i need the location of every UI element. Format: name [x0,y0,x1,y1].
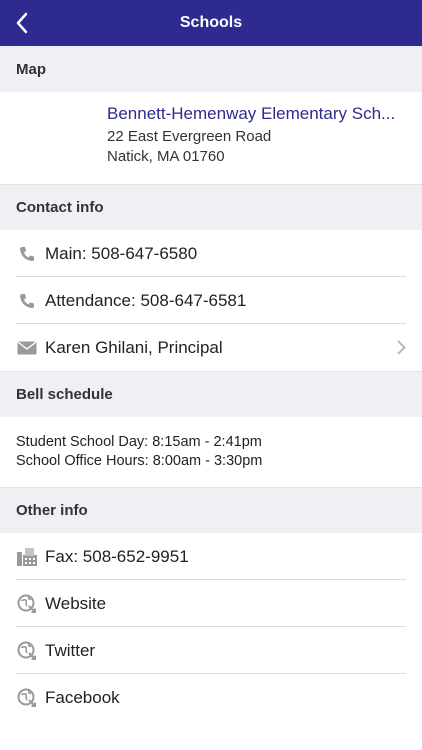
globe-link-icon [16,593,38,615]
other-fax-row[interactable]: Fax: 508-652-9951 [0,533,422,580]
school-name-link[interactable]: Bennett-Hemenway Elementary Sch... [107,104,405,124]
bell-line-school-day: Student School Day: 8:15am - 2:41pm [16,434,262,450]
section-header-map: Map [0,46,422,92]
nav-bar: Schools [0,0,422,46]
contact-attendance-label: Attendance: 508-647-6581 [45,290,247,310]
address-line-1: 22 East Evergreen Road [107,128,272,145]
contact-principal-label: Karen Ghilani, Principal [45,337,223,357]
other-facebook-row[interactable]: Facebook [0,674,422,721]
contact-principal-row[interactable]: Karen Ghilani, Principal [0,324,422,371]
chevron-left-icon [16,12,28,34]
contact-attendance-row[interactable]: Attendance: 508-647-6581 [0,277,422,324]
contact-main-label: Main: 508-647-6580 [45,243,198,263]
chevron-right-icon [397,340,406,360]
section-header-other: Other info [0,487,422,533]
other-twitter-label: Twitter [45,640,96,660]
globe-link-icon [16,687,38,709]
phone-icon [16,243,38,265]
envelope-icon [16,337,38,359]
other-website-row[interactable]: Website [0,580,422,627]
bell-schedule-block: Student School Day: 8:15am - 2:41pm Scho… [0,417,422,487]
other-website-label: Website [45,593,107,613]
map-block[interactable]: Bennett-Hemenway Elementary Sch... 22 Ea… [0,92,422,184]
other-fax-label: Fax: 508-652-9951 [45,546,189,566]
contact-main-row[interactable]: Main: 508-647-6580 [0,230,422,277]
back-button[interactable] [10,11,34,35]
fax-icon [16,546,38,568]
page-title: Schools [179,14,243,31]
other-twitter-row[interactable]: Twitter [0,627,422,674]
globe-link-icon [16,640,38,662]
phone-icon [16,290,38,312]
address-line-2: Natick, MA 01760 [107,148,225,165]
bell-line-office-hours: School Office Hours: 8:00am - 3:30pm [16,453,263,469]
section-header-bell: Bell schedule [0,371,422,417]
other-facebook-label: Facebook [45,687,120,707]
section-header-contact: Contact info [0,184,422,230]
